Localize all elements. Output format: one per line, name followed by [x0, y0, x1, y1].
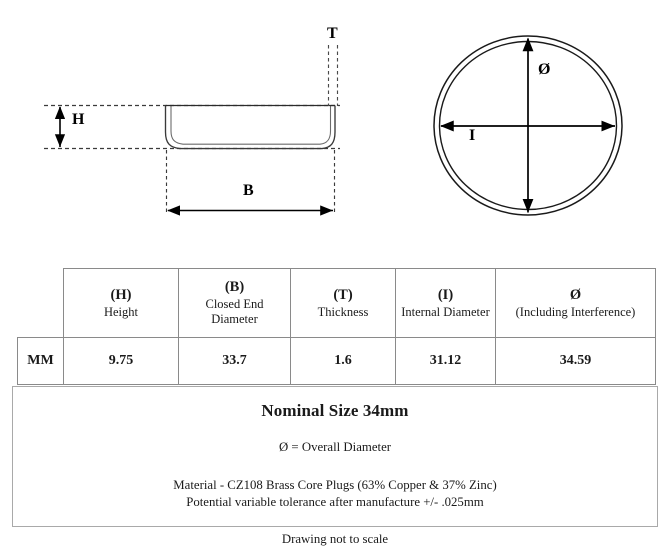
header-desc-b: Closed End Diameter [205, 297, 264, 327]
table-row: MM 9.75 33.7 1.6 31.12 34.59 [17, 337, 656, 385]
side-view-group [44, 45, 340, 216]
technical-drawing-area: H B T Ø I [0, 0, 670, 250]
note-drawing-scale: Drawing not to scale [281, 532, 389, 547]
label-closed-end-diameter: B [243, 182, 254, 199]
table-header-i: (I) Internal Diameter [395, 268, 496, 338]
header-desc-h: Height [103, 304, 139, 319]
table-header-t: (T) Thickness [290, 268, 396, 338]
note-material: Material - CZ108 Brass Core Plugs (63% C… [173, 478, 497, 493]
header-symbol-i: (I) [437, 286, 454, 303]
table-header-h: (H) Height [63, 268, 179, 338]
header-desc-diameter: (Including Interference) [515, 304, 636, 319]
value-t: 1.6 [290, 337, 396, 385]
table-corner-cell [18, 269, 64, 338]
table-header-b: (B) Closed End Diameter [178, 268, 291, 338]
note-overall-diameter: Ø = Overall Diameter [278, 440, 392, 454]
table-header-row: (H) Height (B) Closed End Diameter (T) T… [18, 268, 656, 338]
cup-outer-profile [164, 105, 336, 150]
label-overall-diameter: Ø [538, 61, 551, 78]
value-diameter: 34.59 [495, 337, 656, 385]
value-b: 33.7 [178, 337, 291, 385]
note-tolerance: Potential variable tolerance after manuf… [186, 495, 484, 510]
label-height: H [72, 111, 85, 128]
table-header-diameter: Ø (Including Interference) [495, 268, 656, 338]
value-i: 31.12 [395, 337, 496, 385]
unit-label-cell: MM [17, 337, 64, 385]
note-material-block: Material - CZ108 Brass Core Plugs (63% C… [13, 477, 657, 511]
header-symbol-h: (H) [110, 286, 132, 303]
header-symbol-b: (B) [224, 279, 245, 296]
header-symbol-diameter: Ø [569, 286, 582, 303]
cup-inner-profile [170, 105, 332, 145]
label-thickness: T [327, 25, 338, 42]
header-desc-i: Internal Diameter [401, 304, 490, 319]
label-internal-diameter: I [469, 127, 476, 144]
header-desc-t: Thickness [317, 304, 369, 319]
value-h: 9.75 [63, 337, 179, 385]
nominal-size-title: Nominal Size 34mm [261, 401, 409, 420]
specification-table: (H) Height (B) Closed End Diameter (T) T… [17, 268, 656, 385]
notes-panel: Nominal Size 34mm Ø = Overall Diameter M… [12, 386, 658, 546]
top-view-group [433, 35, 623, 216]
specification-table-wrapper: (H) Height (B) Closed End Diameter (T) T… [17, 268, 656, 385]
header-symbol-t: (T) [333, 286, 353, 303]
